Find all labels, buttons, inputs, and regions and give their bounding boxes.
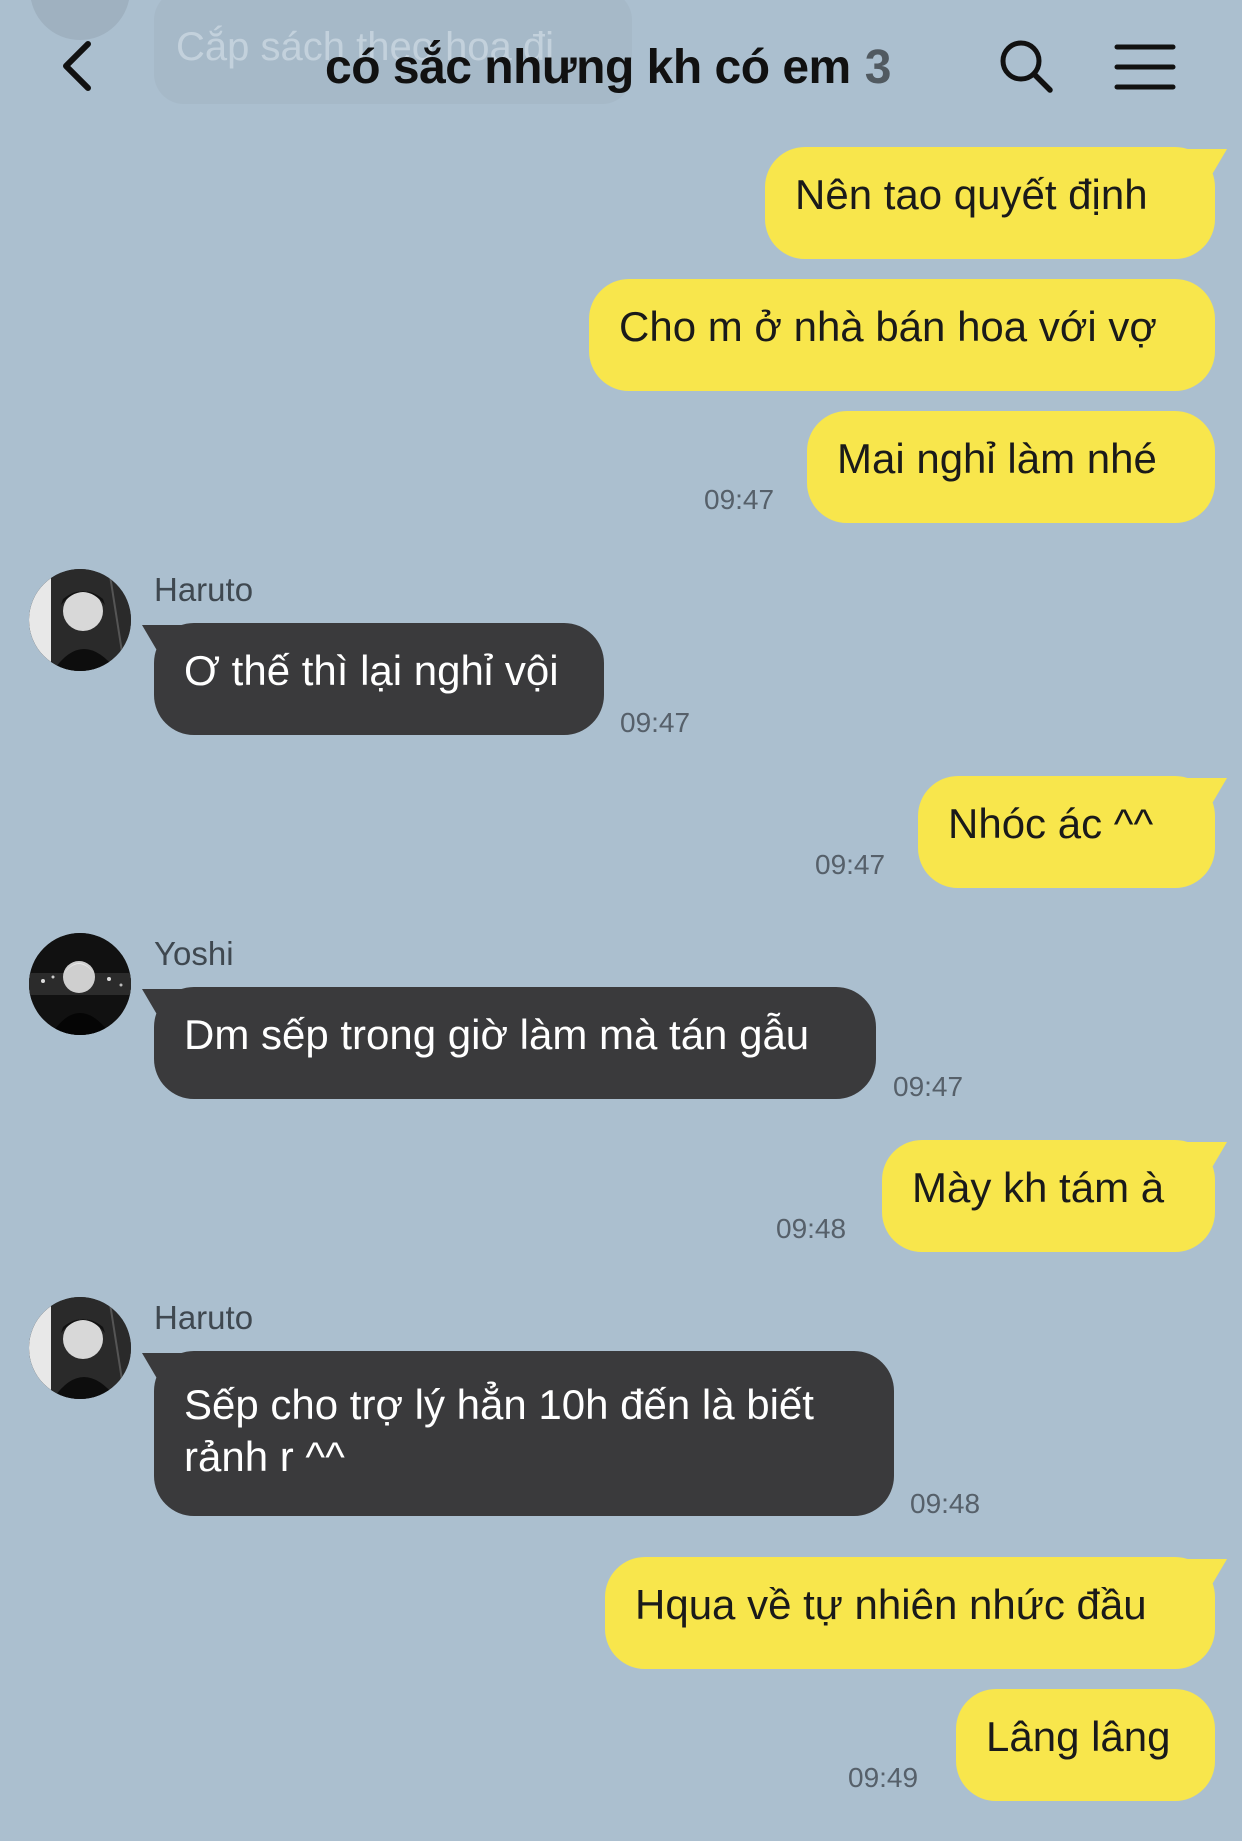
message-text: Nên tao quyết định: [795, 171, 1148, 218]
message-text: Nhóc ác ^^: [948, 800, 1154, 847]
message-text: Dm sếp trong giờ làm mà tán gẫu: [184, 1011, 810, 1058]
message-bubble-mine[interactable]: Mày kh tám à: [882, 1140, 1227, 1252]
message-text: Cho m ở nhà bán hoa với vợ: [619, 303, 1157, 350]
member-count: 3: [864, 41, 892, 94]
avatar-haruto[interactable]: [29, 569, 131, 671]
back-button[interactable]: [54, 36, 104, 96]
sender-name: Haruto: [154, 1299, 254, 1336]
back-icon: [63, 41, 91, 91]
haruto-photo: [29, 569, 131, 671]
message-bubble-mine[interactable]: Lâng lâng: [956, 1689, 1215, 1801]
message-bubble-mine[interactable]: Hqua về tự nhiên nhức đầu: [605, 1557, 1227, 1669]
message-text: Hqua về tự nhiên nhức đầu: [635, 1581, 1147, 1628]
message-bubble-other[interactable]: Sếp cho trợ lý hẳn 10h đến là biết rảnh …: [142, 1351, 894, 1516]
message-text: Mai nghỉ làm nhé: [837, 435, 1157, 482]
menu-button[interactable]: [1114, 42, 1176, 92]
message-bubble-other[interactable]: Dm sếp trong giờ làm mà tán gẫu: [142, 987, 876, 1099]
search-icon: [1000, 40, 1053, 93]
message-timestamp: 09:47: [704, 484, 775, 515]
message-timestamp: 09:47: [893, 1071, 964, 1102]
message-bubble-other[interactable]: Ơ thế thì lại nghỉ vội: [142, 623, 604, 735]
message-text: Ơ thế thì lại nghỉ vội: [184, 647, 559, 694]
haruto-photo: [29, 1297, 131, 1399]
message-text: Mày kh tám à: [912, 1164, 1165, 1211]
chat-title-text: có sắc nhưng kh có em: [325, 41, 851, 94]
message-timestamp: 09:47: [815, 849, 886, 880]
avatar-haruto[interactable]: [29, 1297, 131, 1399]
message-bubble-mine[interactable]: Nên tao quyết định: [765, 147, 1227, 259]
message-bubble-mine[interactable]: Cho m ở nhà bán hoa với vợ: [589, 279, 1215, 391]
message-timestamp: 09:48: [776, 1213, 847, 1244]
message-timestamp: 09:48: [910, 1488, 981, 1519]
sender-name: Haruto: [154, 571, 254, 608]
message-timestamp: 09:47: [620, 707, 691, 738]
yoshi-photo: [29, 933, 131, 1035]
menu-icon: [1114, 44, 1176, 90]
sender-name: Yoshi: [154, 935, 234, 972]
chat-title: có sắc nhưng kh có em 3: [325, 40, 891, 95]
chat-header: có sắc nhưng kh có em 3: [0, 0, 1242, 130]
message-text: Sếp cho trợ lý hẳn 10h đến là biết rảnh …: [184, 1381, 814, 1480]
message-text: Lâng lâng: [986, 1713, 1171, 1760]
message-bubble-mine[interactable]: Nhóc ác ^^: [918, 776, 1227, 888]
message-bubble-mine[interactable]: Mai nghỉ làm nhé: [807, 411, 1215, 523]
avatar-yoshi[interactable]: [29, 933, 131, 1035]
search-button[interactable]: [996, 36, 1056, 96]
message-timestamp: 09:49: [848, 1762, 919, 1793]
